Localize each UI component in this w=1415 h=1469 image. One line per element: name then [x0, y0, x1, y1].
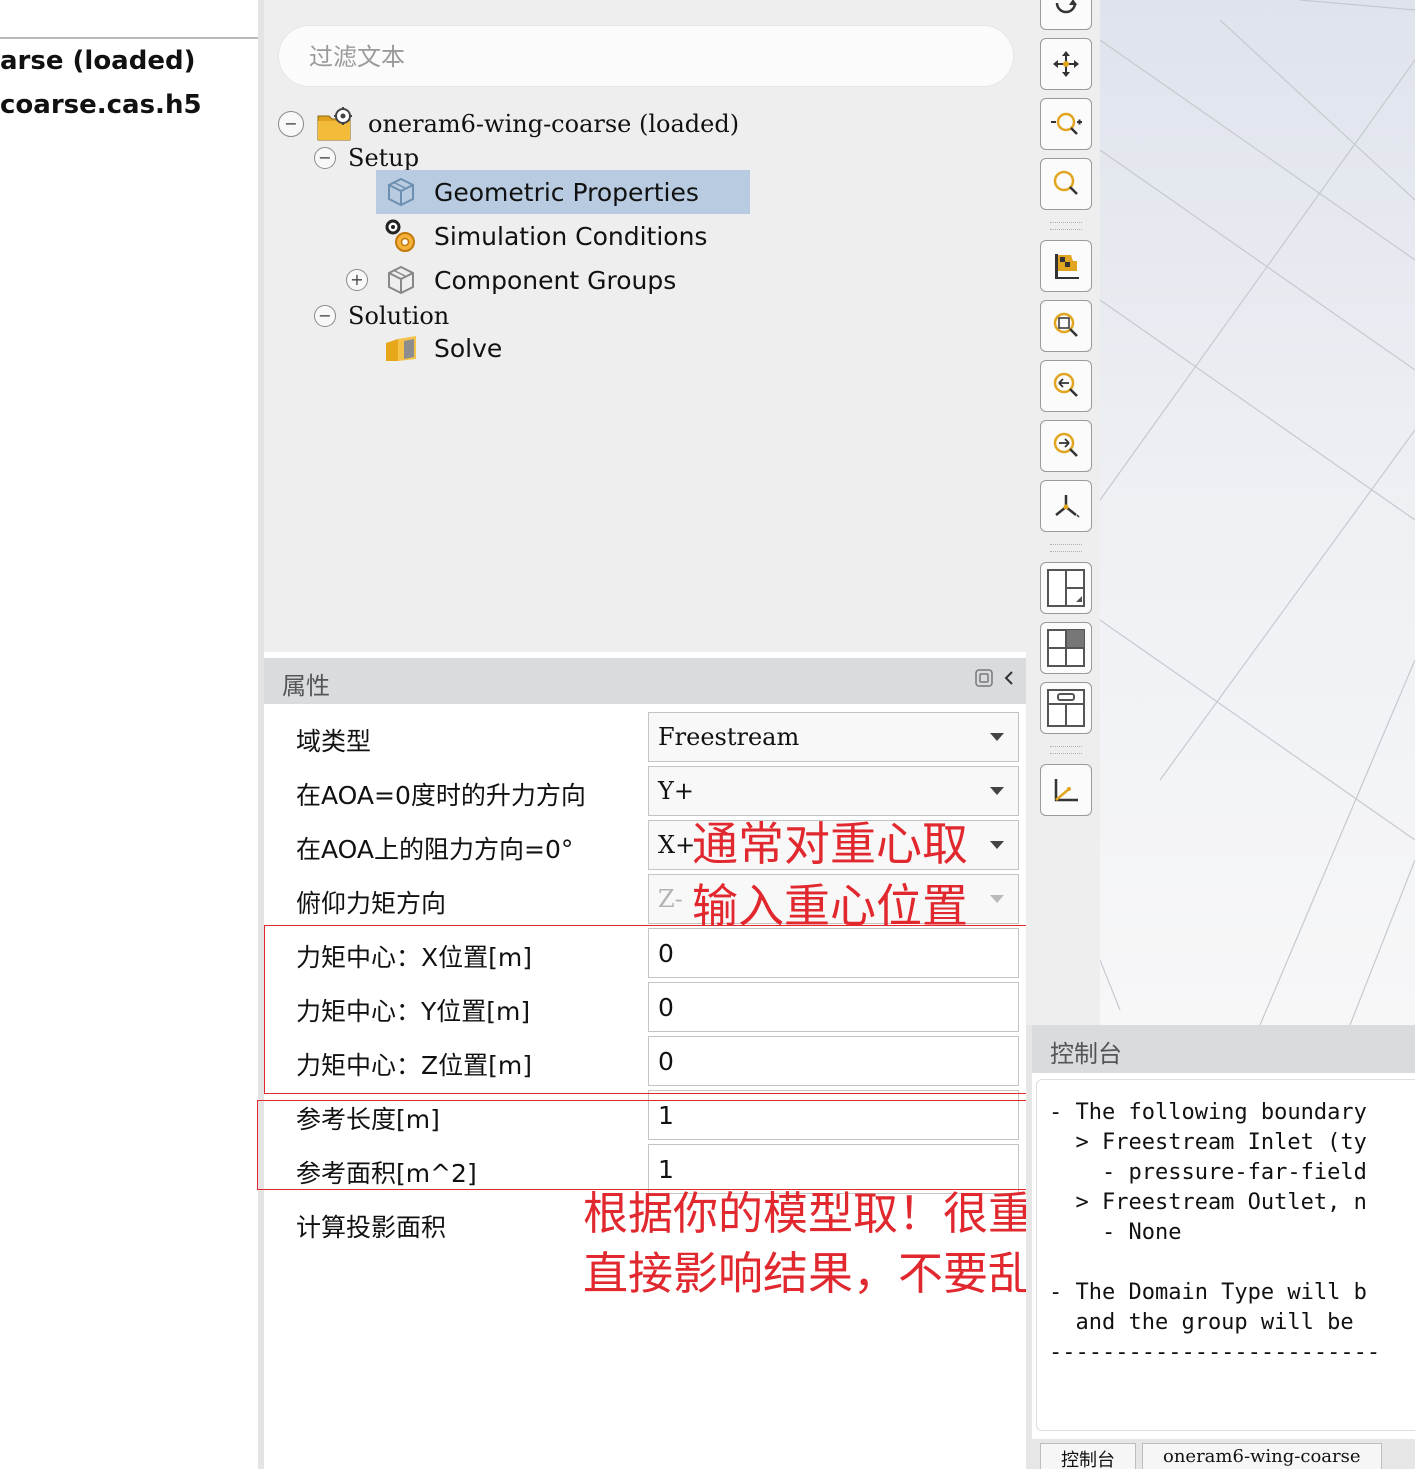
console-title: 控制台: [1050, 1040, 1122, 1068]
cube-icon: [384, 263, 418, 297]
toolbar-separator: [1050, 746, 1082, 754]
properties-header: 属性: [264, 658, 1026, 704]
tree-item-label: Component Groups: [434, 265, 677, 295]
layout-quad-icon[interactable]: [1040, 622, 1092, 674]
zoom-box-icon[interactable]: [1040, 300, 1092, 352]
folder-gear-icon: [316, 107, 354, 141]
collapse-toggle-icon[interactable]: −: [314, 305, 336, 327]
annotation-note-center-of-gravity: 通常对重心取: [692, 817, 968, 871]
rotate-icon[interactable]: [1040, 0, 1092, 30]
tree-item-solution-label: Solution: [348, 302, 450, 330]
tree-item-root-label: oneram6-wing-coarse (loaded): [368, 110, 740, 138]
filter-input[interactable]: [309, 40, 989, 74]
zoom-prev-icon[interactable]: [1040, 360, 1092, 412]
console-line: > Freestream Inlet (ty: [1049, 1130, 1367, 1155]
float-panel-icon[interactable]: [974, 668, 994, 693]
console-line: > Freestream Outlet, n: [1049, 1190, 1367, 1215]
properties-title: 属性: [282, 672, 330, 700]
left-panel: arse (loaded) coarse.cas.h5: [0, 0, 258, 1469]
tree-item-label: Geometric Properties: [434, 177, 699, 207]
chevron-down-icon: [990, 895, 1004, 903]
console-header: 控制台: [1032, 1025, 1415, 1073]
gears-icon: [384, 219, 418, 253]
zoom-in-out-icon[interactable]: [1040, 98, 1092, 150]
layout-split-icon[interactable]: [1040, 562, 1092, 614]
3d-viewport[interactable]: [1100, 0, 1415, 1025]
tree-item-setup-label: Setup: [348, 144, 420, 172]
toolbar-separator: [1050, 222, 1082, 230]
prop-label-lift-direction: 在AOA=0度时的升力方向: [296, 781, 586, 810]
prop-label-compute-projected-area[interactable]: 计算投影面积: [296, 1208, 446, 1244]
tree-item-label: Solve: [434, 333, 503, 363]
prop-label-pitch-moment-direction: 俯仰力矩方向: [296, 889, 447, 918]
annotation-note-affects-results: 直接影响结果，不要乱设: [583, 1247, 1079, 1300]
console-output[interactable]: - The following boundary > Freestream In…: [1036, 1079, 1415, 1431]
left-panel-loaded-label[interactable]: arse (loaded): [0, 46, 195, 76]
tree-item-component-groups[interactable]: + Component Groups: [346, 260, 676, 300]
tree-item-geometric-properties[interactable]: Geometric Properties: [376, 170, 750, 214]
console-line: - The Domain Type will b: [1049, 1280, 1367, 1305]
toolbar-separator: [1050, 544, 1082, 552]
console-line: and the group will be: [1049, 1310, 1354, 1335]
collapse-toggle-icon[interactable]: −: [278, 111, 304, 137]
expand-toggle-icon[interactable]: +: [346, 269, 368, 291]
filter-box[interactable]: [278, 25, 1014, 87]
tree-item-label: Simulation Conditions: [434, 221, 708, 251]
console-line: - None: [1049, 1220, 1182, 1245]
annotation-box-moment-center: [264, 925, 1028, 1094]
lift-direction-value: Y+: [658, 777, 694, 805]
prop-label-drag-direction: 在AOA上的阻力方向=0°: [296, 835, 574, 864]
flag-icon[interactable]: [1040, 240, 1092, 292]
pan-icon[interactable]: [1040, 38, 1092, 90]
console-line: -------------------------: [1049, 1340, 1381, 1365]
left-panel-divider: [0, 37, 258, 39]
prop-label-domain-type: 域类型: [296, 727, 372, 756]
domain-type-select[interactable]: Freestream: [648, 712, 1019, 762]
drag-direction-value: X+: [658, 831, 696, 859]
console-line: - The following boundary: [1049, 1100, 1367, 1125]
left-panel-file-label[interactable]: coarse.cas.h5: [0, 90, 202, 120]
annotation-box-reference-values: [257, 1100, 1041, 1190]
cube-icon: [384, 175, 418, 209]
outline-tree-panel: − oneram6-wing-coarse (loaded) − Setup G…: [264, 0, 1026, 652]
zoom-next-icon[interactable]: [1040, 420, 1092, 472]
console-tab-bar: 控制台 oneram6-wing-coarse: [1032, 1439, 1415, 1469]
console-line: - pressure-far-field: [1049, 1160, 1367, 1185]
chevron-down-icon: [990, 733, 1004, 741]
axis-triad-icon[interactable]: [1040, 764, 1092, 816]
annotation-note-model-dependent: 根据你的模型取！很重要: [583, 1187, 1079, 1240]
annotation-note-input-cg: 输入重心位置: [692, 879, 968, 933]
view-toolbar: [1026, 0, 1100, 1025]
chevron-down-icon: [990, 787, 1004, 795]
lift-direction-select[interactable]: Y+: [648, 766, 1019, 816]
pitch-moment-direction-value: Z-: [658, 885, 683, 913]
zoom-icon[interactable]: [1040, 158, 1092, 210]
collapse-panel-icon[interactable]: [1002, 668, 1016, 693]
console-panel: 控制台 - The following boundary > Freestrea…: [1032, 1025, 1415, 1469]
solve-icon: [384, 331, 418, 365]
tab-console[interactable]: 控制台: [1040, 1443, 1136, 1469]
tree-item-solve[interactable]: Solve: [384, 328, 502, 368]
collapse-toggle-icon[interactable]: −: [314, 147, 336, 169]
layout-top-icon[interactable]: [1040, 682, 1092, 734]
tab-oneram6-wing-coarse[interactable]: oneram6-wing-coarse: [1142, 1443, 1382, 1469]
chevron-down-icon: [990, 841, 1004, 849]
axes-icon[interactable]: [1040, 480, 1092, 532]
domain-type-value: Freestream: [658, 723, 800, 751]
tree-item-simulation-conditions[interactable]: Simulation Conditions: [384, 216, 707, 256]
viewport-grid: [1100, 0, 1415, 1025]
